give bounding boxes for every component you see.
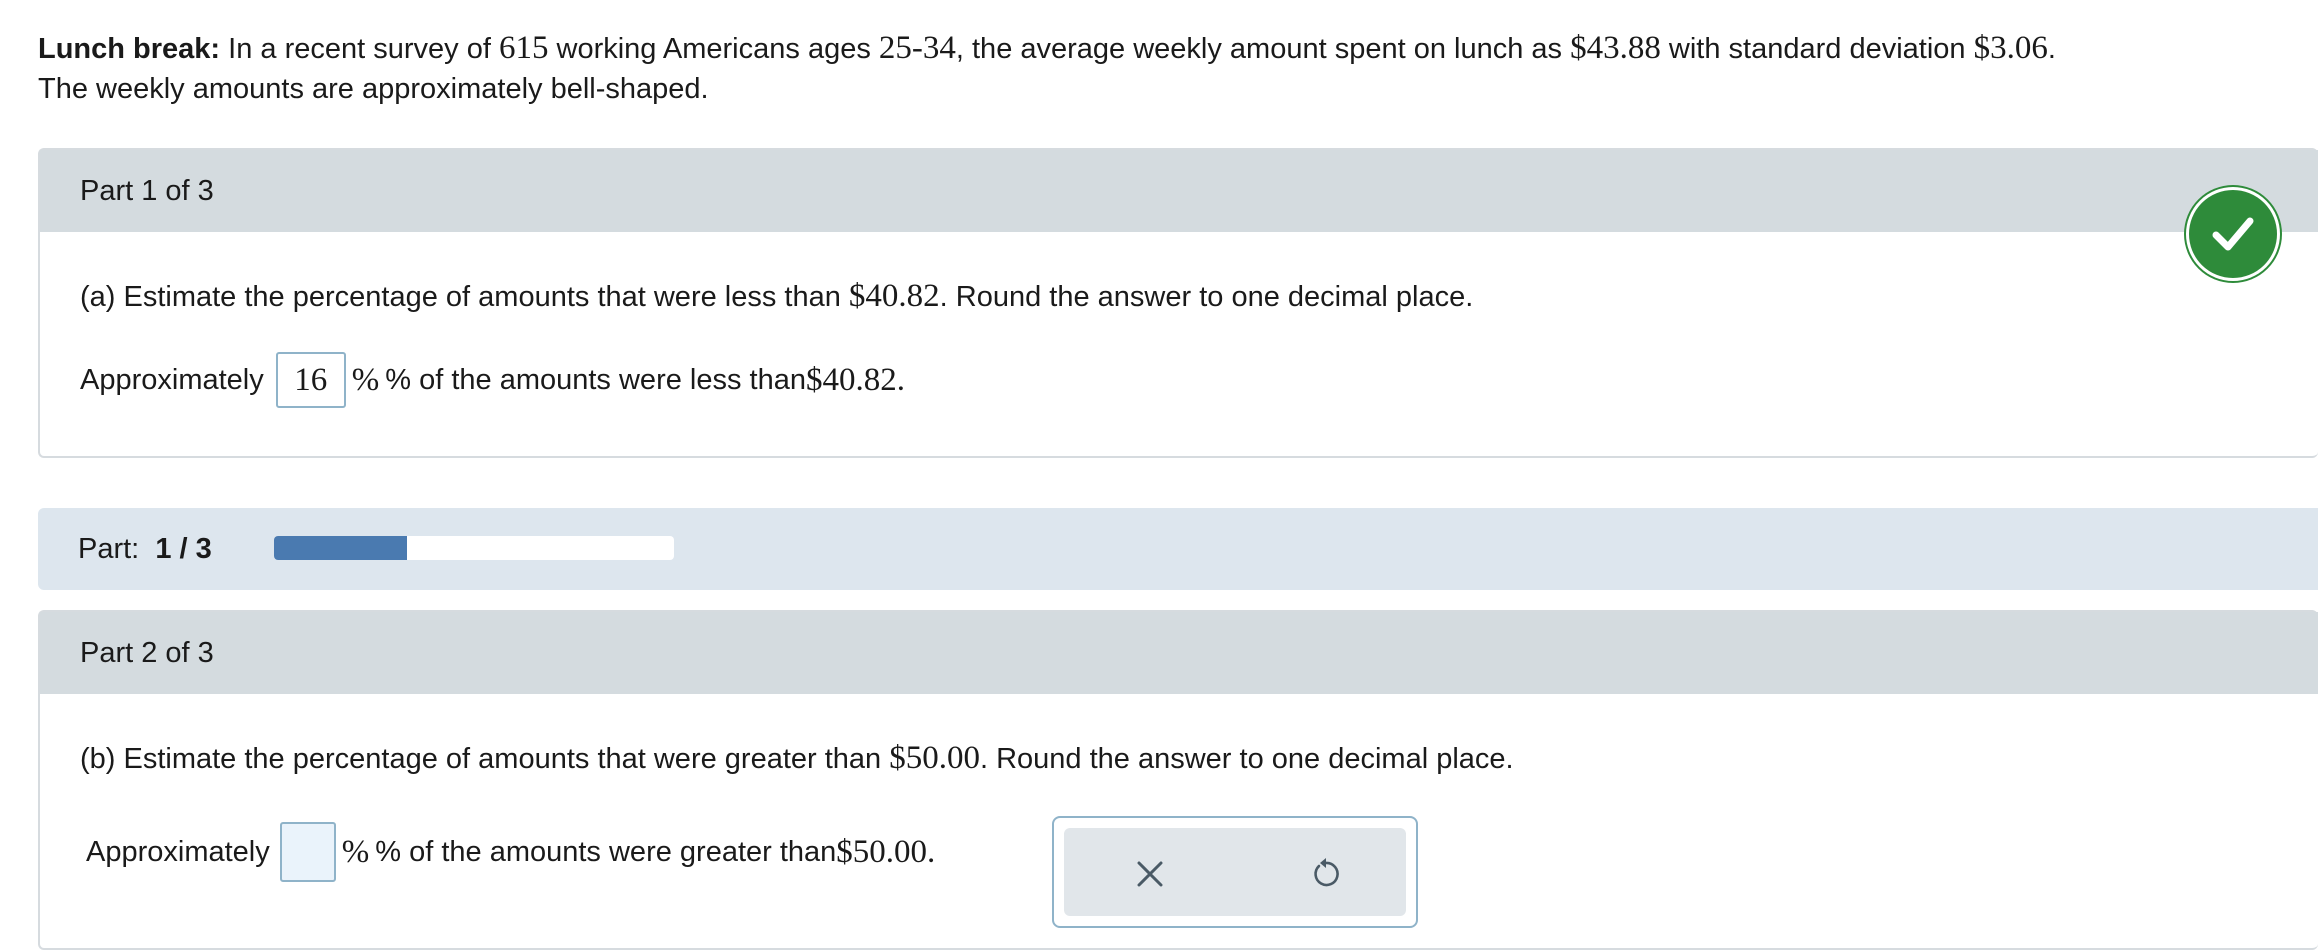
part-2-answer-input[interactable] bbox=[279, 822, 336, 882]
part-2-header: Part 2 of 3 bbox=[40, 612, 2318, 694]
clear-button[interactable] bbox=[1126, 850, 1174, 898]
part-1-answer-line: Approximately 16 %% of the amounts were … bbox=[80, 350, 905, 410]
part-2-answer-line: Approximately %% of the amounts were gre… bbox=[86, 820, 935, 884]
problem-line2: The weekly amounts are approximately bel… bbox=[38, 73, 709, 105]
part-1-question: (a) Estimate the percentage of amounts t… bbox=[80, 278, 1474, 314]
progress-label: Part: 1 / 3 bbox=[78, 533, 212, 565]
progress-fill bbox=[274, 536, 408, 560]
part-2-question: (b) Estimate the percentage of amounts t… bbox=[80, 740, 1514, 776]
answer-tools-panel bbox=[1052, 816, 1418, 928]
progress-track bbox=[274, 536, 674, 560]
close-icon bbox=[1137, 861, 1163, 887]
correct-check-icon bbox=[2186, 187, 2280, 281]
answer-tools bbox=[1064, 828, 1406, 916]
part-1-card: Part 1 of 3 (a) Estimate the percentage … bbox=[38, 148, 2318, 458]
part-progress: Part: 1 / 3 bbox=[38, 508, 2318, 590]
part-1-header: Part 1 of 3 bbox=[40, 150, 2318, 232]
undo-icon bbox=[1314, 858, 1339, 887]
problem-statement: Lunch break: In a recent survey of 615 w… bbox=[38, 30, 2056, 105]
part-1-answer-input[interactable]: 16 bbox=[275, 352, 346, 408]
problem-title: Lunch break: bbox=[38, 33, 221, 65]
undo-button[interactable] bbox=[1302, 850, 1350, 898]
progress-value: 1 / 3 bbox=[155, 533, 212, 565]
